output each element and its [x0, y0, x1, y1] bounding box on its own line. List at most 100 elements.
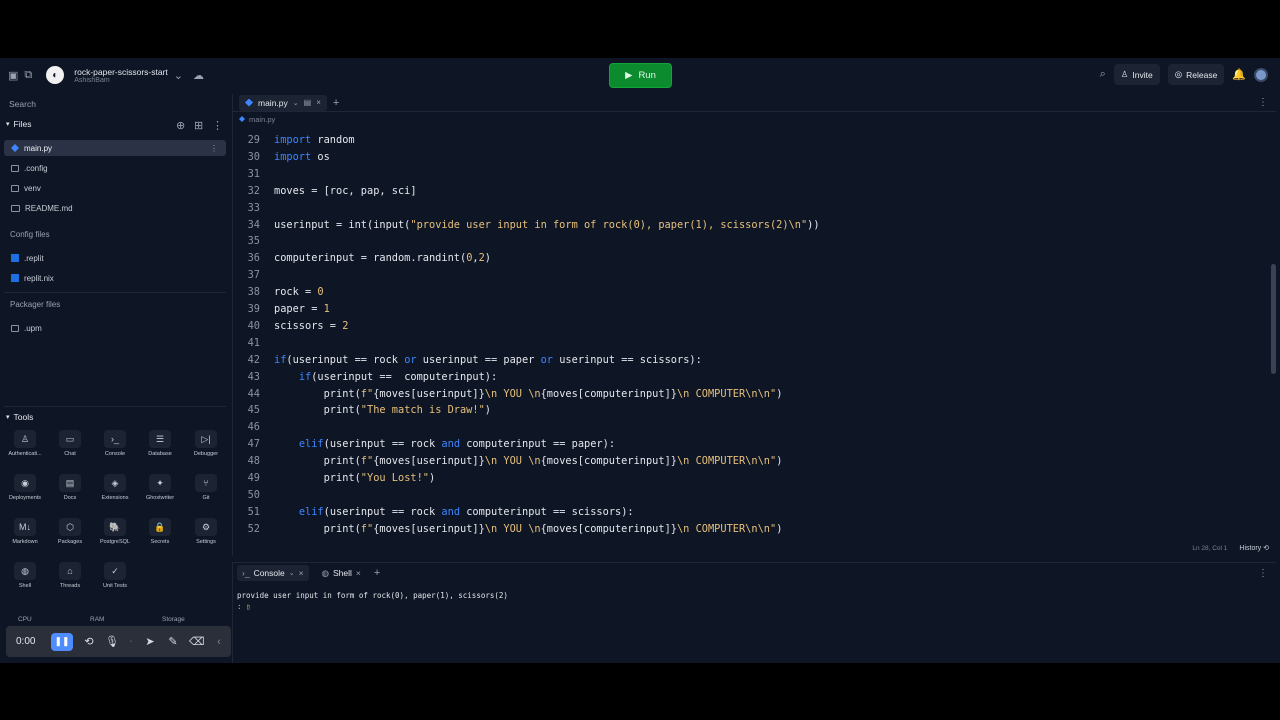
tab-shell[interactable]: ◍ Shell × [317, 565, 366, 581]
tool-unit-tests[interactable]: ✓ Unit Tests [93, 562, 137, 589]
code-line[interactable]: 43 if(userinput == computerinput): [233, 369, 498, 386]
chevron-down-icon[interactable]: ⌄ [293, 99, 299, 107]
search-icon[interactable]: ⌕ [1100, 68, 1106, 81]
code-line[interactable]: 33 [233, 200, 260, 217]
file-options-icon[interactable]: ⋮ [210, 144, 218, 153]
close-icon[interactable]: × [316, 98, 321, 107]
file-item-venv[interactable]: venv [4, 180, 226, 196]
code-line[interactable]: 50 [233, 487, 260, 504]
tool-extensions[interactable]: ◈ Extensions [93, 474, 137, 501]
code-line[interactable]: 37 [233, 267, 260, 284]
new-file-icon[interactable]: ⊕ [176, 119, 185, 132]
code-area[interactable]: 29 import random 30 import os 31 32 moves = [r… [233, 132, 1263, 537]
person-icon: ♙ [1120, 69, 1129, 79]
invite-button[interactable]: ♙ Invite [1113, 64, 1160, 85]
tool-deployments[interactable]: ◉ Deployments [3, 474, 47, 501]
add-tab-icon[interactable]: + [374, 567, 380, 579]
code-line[interactable]: 49 print("You Lost!") [233, 470, 436, 487]
sidebar-toggle-icon[interactable]: ▣ [8, 69, 18, 82]
files-section-header[interactable]: ▾ Files [6, 119, 31, 129]
tool-authenticati[interactable]: ♙ Authenticati... [3, 430, 47, 457]
tool-packages[interactable]: ⬡ Packages [48, 518, 92, 545]
new-folder-icon[interactable]: ⊞ [194, 119, 203, 132]
cursor-position[interactable]: Ln 28, Col 1 [1192, 545, 1227, 552]
code-line[interactable]: 31 [233, 166, 260, 183]
code-line[interactable]: 45 print("The match is Draw!") [233, 402, 491, 419]
tool-postgresql[interactable]: 🐘 PostgreSQL [93, 518, 137, 545]
code-line[interactable]: 44 print(f"{moves[userinput]}\n YOU \n{m… [233, 386, 783, 403]
scrollbar[interactable] [1271, 264, 1276, 374]
pause-icon[interactable]: ❚❚ [51, 632, 73, 651]
tool-database[interactable]: ☰ Database [138, 430, 182, 457]
run-button[interactable]: ▶ Run [609, 63, 672, 88]
release-button[interactable]: ◎ Release [1167, 64, 1225, 85]
eraser-icon[interactable]: ⌫ [189, 635, 205, 648]
repl-logo[interactable]: ◐ [46, 66, 65, 84]
bell-icon[interactable]: 🔔 [1232, 68, 1246, 81]
code-line[interactable]: 51 elif(userinput == rock and computerin… [233, 504, 634, 521]
breadcrumb-file[interactable]: main.py [249, 115, 275, 124]
code-line[interactable]: 41 [233, 335, 260, 352]
code-line[interactable]: 35 [233, 233, 260, 250]
close-icon[interactable]: × [299, 568, 304, 578]
tool-settings[interactable]: ⚙ Settings [184, 518, 228, 545]
more-options-icon[interactable]: ⋮ [1258, 568, 1268, 579]
layout-icon[interactable]: ⧉ [24, 69, 32, 82]
tool-docs[interactable]: ▤ Docs [48, 474, 92, 501]
code-line[interactable]: 32 moves = [roc, pap, sci] [233, 183, 417, 200]
collapse-icon[interactable]: ‹ [212, 636, 226, 648]
tool-threads[interactable]: ⌂ Threads [48, 562, 92, 589]
tool-shell[interactable]: ◍ Shell [3, 562, 47, 589]
tool-markdown[interactable]: M↓ Markdown [3, 518, 47, 545]
tool-chat[interactable]: ▭ Chat [48, 430, 92, 457]
cursor-icon[interactable]: ➤ [143, 635, 157, 648]
code-line[interactable]: 34 userinput = int(input("provide user in… [233, 217, 820, 234]
code-line[interactable]: 38 rock = 0 [233, 284, 324, 301]
code-text: moves = [roc, pap, sci] [274, 184, 417, 197]
add-tab-icon[interactable]: + [333, 97, 339, 109]
close-icon[interactable]: × [356, 568, 361, 578]
code-line[interactable]: 36 computerinput = random.randint(0,2) [233, 250, 491, 267]
tool-ghostwriter[interactable]: ✦ Ghostwriter [138, 474, 182, 501]
tab-console[interactable]: ›_ Console ⌄ × [237, 565, 309, 581]
code-line[interactable]: 39 paper = 1 [233, 301, 330, 318]
top-bar-left: ▣ ⧉ ◐ rock-paper-scissors-start AshishBa… [0, 66, 204, 84]
chevron-down-icon[interactable]: ⌄ [289, 569, 295, 577]
tab-main-py[interactable]: main.py ⌄ ▤ × [239, 94, 327, 111]
chevron-down-icon[interactable]: ⌄ [174, 69, 183, 82]
code-line[interactable]: 40 scissors = 2 [233, 318, 349, 335]
tool-git[interactable]: ⑂ Git [184, 474, 228, 501]
tools-section-header[interactable]: ▾ Tools [6, 412, 33, 422]
code-line[interactable]: 46 [233, 419, 260, 436]
console-output[interactable]: provide user input in form of rock(0), p… [237, 590, 508, 612]
file-item-main-py[interactable]: main.py ⋮ [4, 140, 226, 156]
tool-console[interactable]: ›_ Console [93, 430, 137, 457]
avatar[interactable] [1254, 67, 1268, 82]
mic-off-icon[interactable]: 🎙 [105, 635, 119, 648]
pen-icon[interactable]: ✎ [166, 635, 180, 648]
code-line[interactable]: 29 import random [233, 132, 355, 149]
console-icon: ›_ [242, 568, 250, 578]
more-options-icon[interactable]: ⋮ [212, 119, 223, 132]
tool-debugger[interactable]: ▷| Debugger [184, 430, 228, 457]
restart-icon[interactable]: ⟲ [82, 635, 96, 648]
repl-title-block[interactable]: rock-paper-scissors-start AshishBam [74, 67, 168, 84]
file-item-replit[interactable]: .replit [4, 250, 226, 266]
code-line[interactable]: 30 import os [233, 149, 330, 166]
code-line[interactable]: 47 elif(userinput == rock and computerin… [233, 436, 615, 453]
tool-label: Settings [196, 539, 216, 545]
file-item-upm[interactable]: .upm [4, 320, 226, 336]
file-name: .replit [24, 253, 44, 263]
file-item-config[interactable]: .config [4, 160, 226, 176]
file-item-readme[interactable]: README.md [4, 200, 226, 216]
tool-secrets[interactable]: 🔒 Secrets [138, 518, 182, 545]
code-line[interactable]: 42 if(userinput == rock or userinput == p… [233, 352, 702, 369]
split-icon[interactable]: ▤ [304, 98, 312, 107]
file-item-replit-nix[interactable]: replit.nix [4, 270, 226, 286]
code-line[interactable]: 52 print(f"{moves[userinput]}\n YOU \n{m… [233, 521, 783, 537]
search-input[interactable]: Search [4, 96, 226, 112]
history-button[interactable]: History ⟲ [1239, 544, 1269, 552]
more-options-icon[interactable]: ⋮ [1258, 97, 1268, 108]
code-line[interactable]: 48 print(f"{moves[userinput]}\n YOU \n{m… [233, 453, 783, 470]
console-prompt[interactable]: : ▯ [237, 601, 508, 612]
